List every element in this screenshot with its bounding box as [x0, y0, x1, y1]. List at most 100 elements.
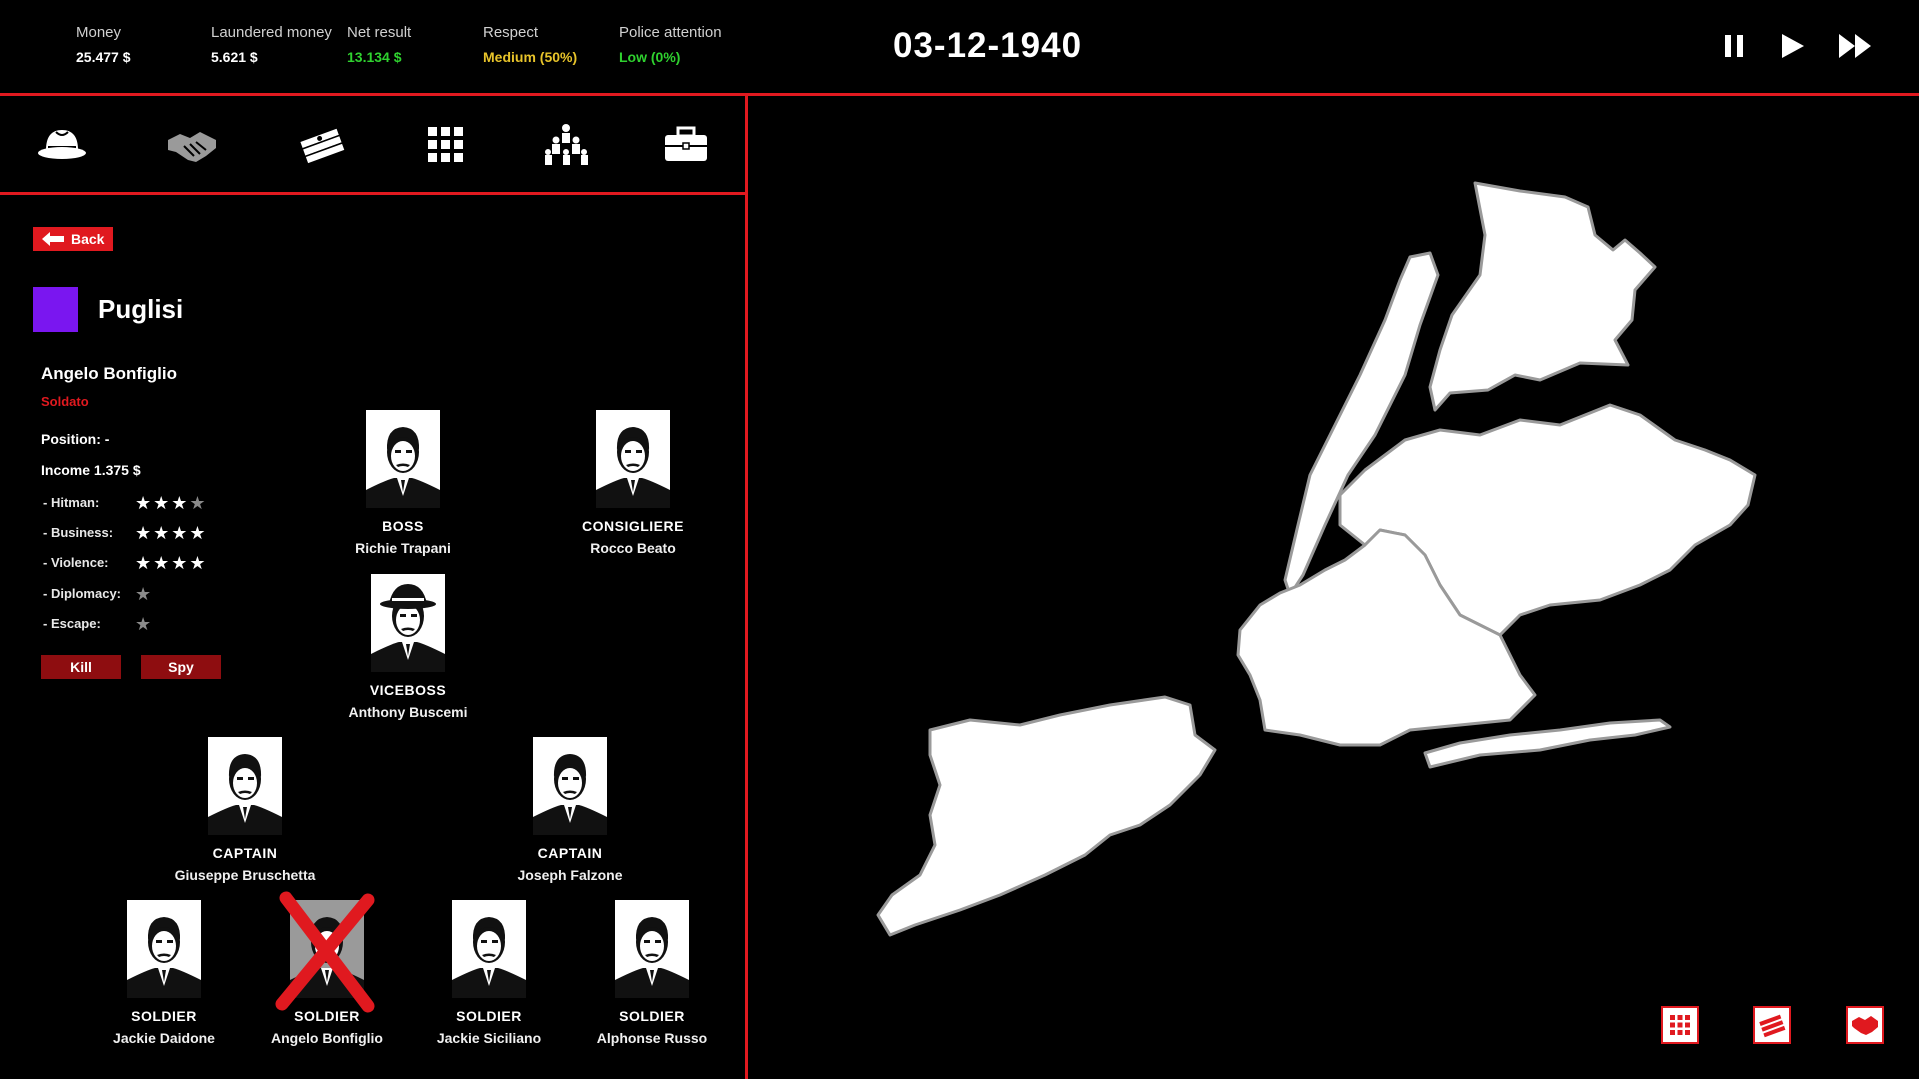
district-rockaway[interactable]	[1423, 718, 1672, 769]
stat-respect: Respect Medium (50%)	[483, 24, 577, 65]
member-portrait	[208, 737, 282, 835]
stat-value: Low (0%)	[619, 49, 681, 65]
portrait-icon	[208, 754, 282, 835]
nav-organization-button[interactable]	[540, 122, 592, 168]
stat-label: Police attention	[619, 24, 722, 41]
back-button[interactable]: Back	[33, 227, 113, 251]
back-label: Back	[71, 231, 105, 247]
play-icon	[1782, 34, 1804, 58]
org-member-boss[interactable]: BOSS Richie Trapani	[313, 410, 493, 556]
map-finance-button[interactable]	[1753, 1006, 1791, 1044]
star-icon: ★	[189, 553, 208, 573]
stat-label: Net result	[347, 24, 412, 41]
star-icon: ★	[189, 493, 208, 513]
dead-x-icon	[275, 891, 375, 1013]
star-icon: ★	[189, 523, 208, 543]
map-diplomacy-button[interactable]	[1846, 1006, 1884, 1044]
stat-value: 25.477 $	[76, 49, 131, 65]
org-member-viceboss[interactable]: VICEBOSS Anthony Buscemi	[318, 574, 498, 720]
stat-net-result: Net result 13.134 $	[347, 24, 411, 65]
skill-rating: ★★★★	[135, 554, 208, 572]
star-icon: ★	[135, 553, 154, 573]
org-member-soldier[interactable]: SOLDIER Jackie Siciliano	[399, 900, 579, 1046]
nav-finance-button[interactable]	[296, 122, 348, 168]
selected-member-rank: Soldato	[41, 394, 89, 409]
stat-money: Money 25.477 $	[76, 24, 131, 65]
pause-button[interactable]	[1714, 28, 1754, 64]
nav-family-button[interactable]	[36, 122, 88, 168]
member-name: Giuseppe Bruschetta	[174, 867, 316, 883]
portrait-icon	[615, 917, 689, 998]
portrait-icon	[452, 917, 526, 998]
skill-label: - Diplomacy:	[43, 586, 122, 601]
stat-value: 13.134 $	[347, 49, 402, 65]
stat-police-attention: Police attention Low (0%)	[619, 24, 722, 65]
portrait-icon	[533, 754, 607, 835]
money-stack-icon	[298, 126, 347, 166]
skill-rating: ★	[135, 585, 153, 603]
portrait-icon	[596, 427, 670, 508]
district-staten-island[interactable]	[876, 695, 1217, 937]
family-panel: Back Puglisi Angelo Bonfiglio Soldato Po…	[0, 96, 748, 1079]
map-districts-button[interactable]	[1661, 1006, 1699, 1044]
nav-business-button[interactable]	[660, 122, 712, 168]
nav-districts-button[interactable]	[420, 122, 472, 168]
member-role: SOLDIER	[619, 1008, 685, 1024]
skill-label: - Business:	[43, 525, 114, 540]
stat-label: Laundered money	[211, 24, 332, 41]
org-member-soldier[interactable]: SOLDIER Angelo Bonfiglio	[237, 891, 417, 1046]
org-member-captain[interactable]: CAPTAIN Joseph Falzone	[480, 737, 660, 883]
play-button[interactable]	[1772, 28, 1812, 64]
member-portrait	[371, 574, 445, 672]
member-role: SOLDIER	[131, 1008, 197, 1024]
member-portrait	[596, 410, 670, 508]
skill-rating: ★★★★	[135, 494, 208, 512]
handshake-icon	[1852, 1016, 1878, 1035]
skill-label: - Escape:	[43, 616, 101, 631]
org-member-consigliere[interactable]: CONSIGLIERE Rocco Beato	[543, 410, 723, 556]
member-name: Rocco Beato	[590, 540, 676, 556]
member-role: CAPTAIN	[537, 845, 603, 861]
kill-button[interactable]: Kill	[41, 655, 121, 679]
grid-icon	[428, 127, 463, 162]
selected-member-income: Income 1.375 $	[41, 462, 141, 478]
org-member-soldier[interactable]: SOLDIER Alphonse Russo	[562, 900, 742, 1046]
fast-forward-icon	[1839, 34, 1871, 58]
family-color-swatch	[33, 287, 78, 332]
star-icon: ★	[171, 553, 190, 573]
star-icon: ★	[135, 614, 154, 634]
star-icon: ★	[153, 553, 172, 573]
pause-icon	[1725, 35, 1743, 57]
member-name: Richie Trapani	[355, 540, 451, 556]
top-status-bar: Money 25.477 $ Laundered money 5.621 $ N…	[0, 0, 1919, 96]
member-role: CONSIGLIERE	[582, 518, 684, 534]
member-portrait	[452, 900, 526, 998]
member-portrait	[615, 900, 689, 998]
star-icon: ★	[135, 584, 154, 604]
selected-member-position: Position: -	[41, 431, 110, 447]
member-name: Alphonse Russo	[596, 1030, 708, 1046]
star-icon: ★	[153, 493, 172, 513]
member-name: Angelo Bonfiglio	[271, 1030, 383, 1046]
star-icon: ★	[171, 523, 190, 543]
skill-rating: ★★★★	[135, 524, 208, 542]
nav-diplomacy-button[interactable]	[166, 122, 218, 168]
star-icon: ★	[135, 523, 154, 543]
stat-laundered-money: Laundered money 5.621 $	[211, 24, 332, 65]
family-tree-icon	[545, 124, 588, 165]
member-portrait	[127, 900, 201, 998]
district-bronx[interactable]	[1428, 181, 1657, 412]
money-stack-icon	[1759, 1014, 1786, 1038]
org-member-soldier[interactable]: SOLDIER Jackie Daidone	[74, 900, 254, 1046]
fast-forward-button[interactable]	[1835, 28, 1875, 64]
star-icon: ★	[171, 493, 190, 513]
org-member-captain[interactable]: CAPTAIN Giuseppe Bruschetta	[155, 737, 335, 883]
arrow-left-icon	[42, 232, 64, 246]
member-name: Anthony Buscemi	[348, 704, 468, 720]
handshake-icon	[168, 132, 216, 162]
spy-button[interactable]: Spy	[141, 655, 221, 679]
skill-label: - Violence:	[43, 555, 109, 570]
game-date: 03-12-1940	[893, 26, 1083, 65]
member-portrait	[533, 737, 607, 835]
family-name: Puglisi	[98, 294, 184, 324]
